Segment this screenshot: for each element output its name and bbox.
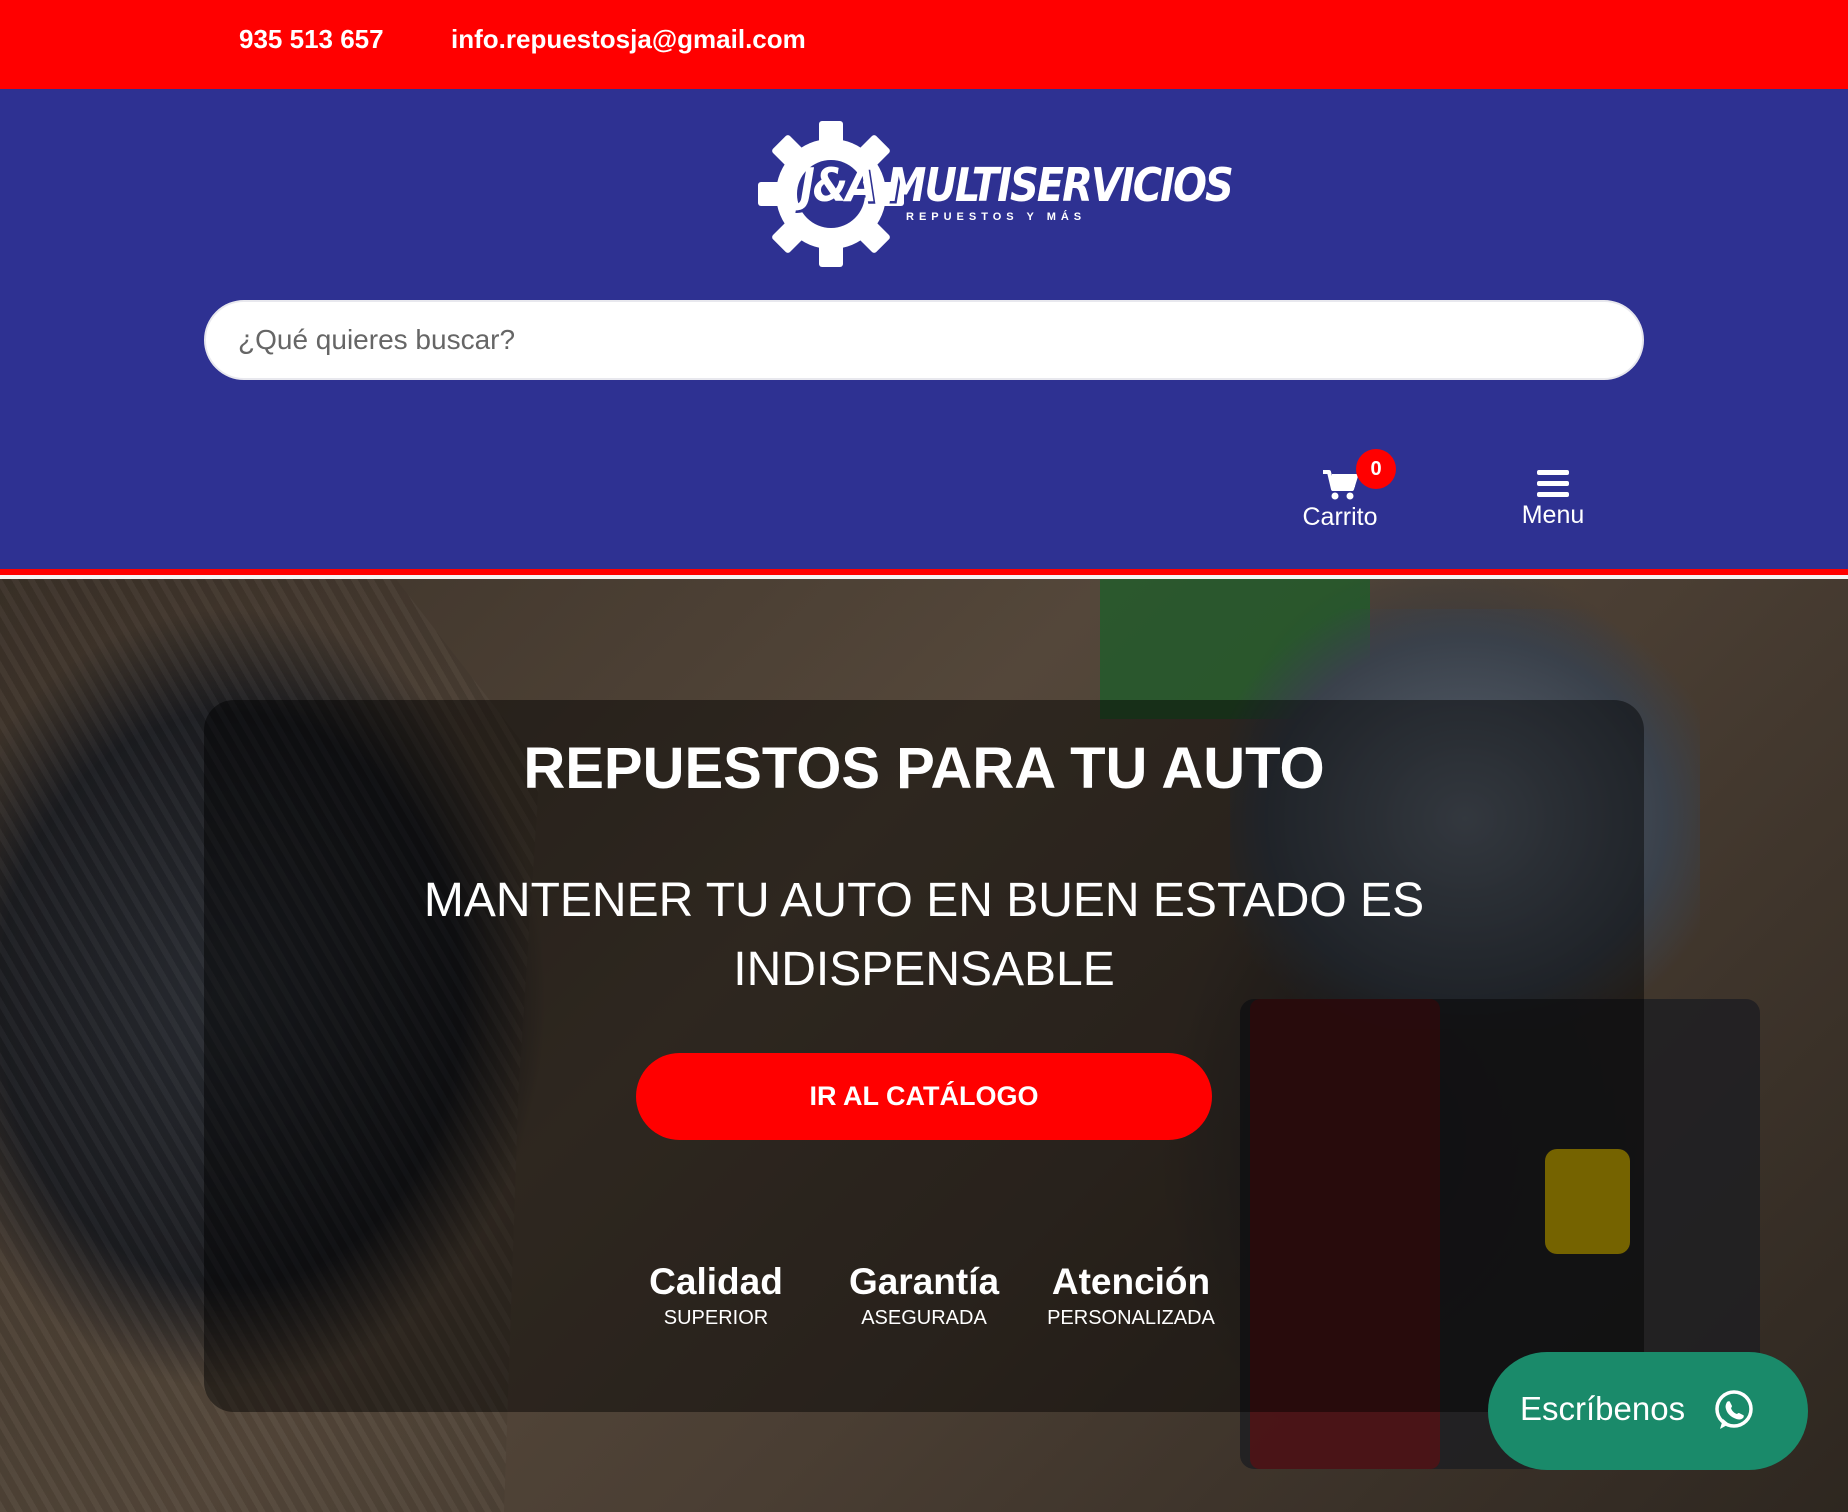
feature-title: Calidad bbox=[649, 1261, 783, 1302]
feature-quality: Calidad SUPERIOR bbox=[616, 1261, 816, 1330]
feature-title: Garantía bbox=[848, 1261, 1000, 1302]
menu-label: Menu bbox=[1521, 501, 1585, 529]
hero-title: REPUESTOS PARA TU AUTO bbox=[523, 736, 1325, 801]
feature-warranty: Garantía ASEGURADA bbox=[824, 1261, 1024, 1330]
hero-subtitle: MANTENER TU AUTO EN BUEN ESTADO ES INDIS… bbox=[423, 874, 1425, 996]
whatsapp-label: Escríbenos bbox=[1520, 1390, 1686, 1427]
phone-number-link[interactable]: 935 513 657 bbox=[239, 24, 384, 55]
search-bar[interactable] bbox=[204, 300, 1644, 380]
feature-attention: Atención PERSONALIZADA bbox=[1031, 1261, 1231, 1330]
whatsapp-icon bbox=[1715, 1390, 1753, 1429]
cart-count-badge: 0 bbox=[1356, 449, 1396, 489]
feature-subtitle: PERSONALIZADA bbox=[1047, 1307, 1215, 1329]
site-header: J&A MULTISERVICIOS REPUESTOS Y MÁS Carri… bbox=[0, 89, 1848, 571]
menu-button[interactable]: Menu bbox=[1508, 469, 1598, 549]
feature-subtitle: ASEGURADA bbox=[861, 1307, 987, 1329]
feature-title: Atención bbox=[1051, 1261, 1211, 1302]
brand-tagline: REPUESTOS Y MÁS bbox=[906, 211, 1087, 223]
catalog-button[interactable]: IR AL CATÁLOGO bbox=[636, 1053, 1212, 1140]
brand-name: J&A MULTISERVICIOS bbox=[800, 159, 1234, 213]
cart-icon bbox=[1323, 470, 1358, 500]
email-link[interactable]: info.repuestosja@gmail.com bbox=[451, 24, 806, 55]
brand-logo[interactable]: J&A MULTISERVICIOS REPUESTOS Y MÁS bbox=[756, 119, 1234, 269]
cart-label: Carrito bbox=[1302, 503, 1378, 531]
feature-subtitle: SUPERIOR bbox=[663, 1307, 769, 1329]
top-contact-bar: 935 513 657 info.repuestosja@gmail.com bbox=[0, 0, 1848, 89]
whatsapp-chat-button[interactable]: Escríbenos bbox=[1488, 1352, 1808, 1470]
hamburger-icon bbox=[1537, 470, 1569, 497]
search-input[interactable] bbox=[206, 302, 1642, 378]
